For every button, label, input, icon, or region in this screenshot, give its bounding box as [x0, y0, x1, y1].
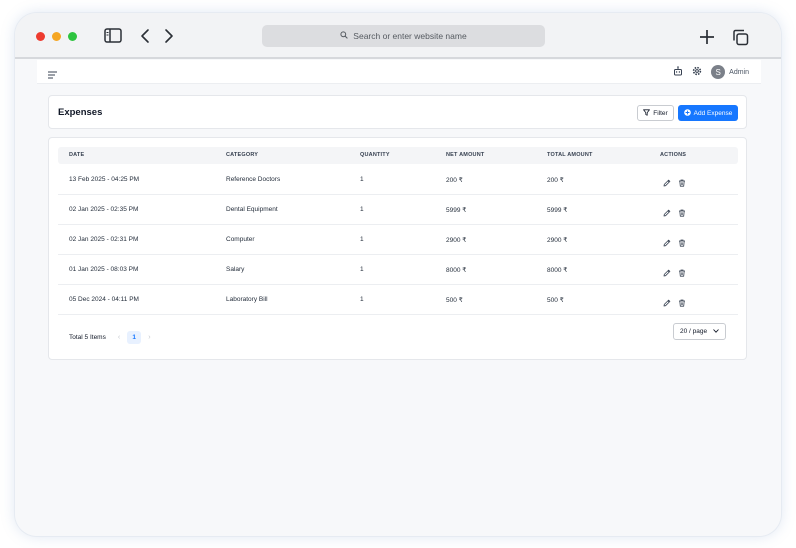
total-amount-cell: 5999 ₹ [547, 207, 568, 214]
column-header-net-amount: NET AMOUNT [446, 152, 485, 158]
quantity-cell: 1 [360, 206, 364, 213]
pencil-icon[interactable] [663, 264, 671, 282]
expenses-table-card: DATE CATEGORY QUANTITY NET AMOUNT TOTAL … [48, 137, 747, 360]
date-cell: 02 Jan 2025 - 02:31 PM [69, 236, 139, 243]
next-page-button[interactable]: › [148, 334, 150, 341]
net-amount-cell: 5999 ₹ [446, 207, 467, 214]
total-amount-cell: 200 ₹ [547, 177, 564, 184]
add-expense-label: Add Expense [693, 109, 733, 117]
user-name[interactable]: Admin [729, 69, 749, 76]
net-amount-cell: 500 ₹ [446, 297, 463, 304]
gear-icon[interactable] [692, 63, 702, 81]
quantity-cell: 1 [360, 236, 364, 243]
date-cell: 01 Jan 2025 - 08:03 PM [69, 266, 139, 273]
table-row: 13 Feb 2025 - 04:25 PM Reference Doctors 1… [58, 165, 738, 195]
pagination: Total 5 Items ‹ 1 › [69, 331, 151, 344]
maximize-window-button[interactable] [68, 32, 77, 41]
pencil-icon[interactable] [663, 174, 671, 192]
forward-arrow-icon[interactable] [164, 28, 174, 44]
column-header-quantity: QUANTITY [360, 152, 390, 158]
pencil-icon[interactable] [663, 204, 671, 222]
pencil-icon[interactable] [663, 234, 671, 252]
page-size-value: 20 / page [680, 328, 708, 335]
close-window-button[interactable] [36, 32, 45, 41]
net-amount-cell: 2900 ₹ [446, 237, 467, 244]
total-amount-cell: 500 ₹ [547, 297, 564, 304]
net-amount-cell: 200 ₹ [446, 177, 463, 184]
date-cell: 13 Feb 2025 - 04:25 PM [69, 176, 140, 183]
quantity-cell: 1 [360, 296, 364, 303]
address-bar[interactable]: Search or enter website name [262, 25, 545, 47]
page-content: S Admin Expenses Filter Add Expense DATE [15, 59, 781, 536]
net-amount-cell: 8000 ₹ [446, 267, 467, 274]
back-arrow-icon[interactable] [140, 28, 150, 44]
date-cell: 02 Jan 2025 - 02:35 PM [69, 206, 139, 213]
trash-icon[interactable] [678, 234, 686, 252]
browser-toolbar: Search or enter website name [15, 13, 781, 59]
category-cell: Dental Equipment [226, 206, 278, 213]
column-header-actions: ACTIONS [660, 152, 687, 158]
trash-icon[interactable] [678, 204, 686, 222]
menu-icon[interactable] [48, 66, 57, 84]
category-cell: Computer [226, 236, 255, 243]
page-title: Expenses [58, 107, 103, 118]
trash-icon[interactable] [678, 294, 686, 312]
date-cell: 05 Dec 2024 - 04:11 PM [69, 296, 139, 303]
column-header-date: DATE [69, 152, 85, 158]
topbar-actions: S Admin [673, 63, 749, 81]
total-amount-cell: 2900 ₹ [547, 237, 568, 244]
category-cell: Salary [226, 266, 245, 273]
trash-icon[interactable] [678, 174, 686, 192]
search-icon [340, 31, 349, 41]
new-tab-plus-icon[interactable] [699, 29, 715, 45]
table-row: 02 Jan 2025 - 02:31 PM Computer 1 2900 ₹ 290… [58, 225, 738, 255]
browser-window: Search or enter website name S Admin Exp… [15, 13, 781, 536]
total-amount-cell: 8000 ₹ [547, 267, 568, 274]
filter-button[interactable]: Filter [637, 105, 674, 121]
sidebar-toggle-icon[interactable] [104, 28, 122, 43]
page-size-select[interactable]: 20 / page [673, 323, 726, 340]
address-placeholder: Search or enter website name [353, 31, 467, 41]
column-header-total-amount: TOTAL AMOUNT [547, 152, 593, 158]
category-cell: Laboratory Bill [226, 296, 268, 303]
table-row: 02 Jan 2025 - 02:35 PM Dental Equipment 1 5… [58, 195, 738, 225]
table-row: 01 Jan 2025 - 08:03 PM Salary 1 8000 ₹ 8000 … [58, 255, 738, 285]
plus-circle-icon [683, 108, 691, 118]
chevron-down-icon [713, 328, 719, 335]
pencil-icon[interactable] [663, 294, 671, 312]
page-number-button[interactable]: 1 [127, 331, 142, 344]
tabs-overview-icon[interactable] [732, 29, 749, 46]
quantity-cell: 1 [360, 266, 364, 273]
filter-label: Filter [653, 109, 668, 117]
add-expense-button[interactable]: Add Expense [678, 105, 738, 121]
category-cell: Reference Doctors [226, 176, 281, 183]
avatar[interactable]: S [711, 65, 726, 79]
previous-page-button[interactable]: ‹ [118, 334, 120, 341]
column-header-category: CATEGORY [226, 152, 259, 158]
minimize-window-button[interactable] [52, 32, 61, 41]
page-header-card: Expenses Filter Add Expense [48, 95, 747, 129]
table-header: DATE CATEGORY QUANTITY NET AMOUNT TOTAL … [58, 147, 738, 164]
funnel-icon [643, 108, 651, 118]
robot-icon[interactable] [673, 63, 683, 81]
table-row: 05 Dec 2024 - 04:11 PM Laboratory Bill 1 50… [58, 285, 738, 315]
total-items-label: Total 5 Items [69, 334, 106, 341]
trash-icon[interactable] [678, 264, 686, 282]
quantity-cell: 1 [360, 176, 364, 183]
app-topbar: S Admin [37, 60, 761, 84]
